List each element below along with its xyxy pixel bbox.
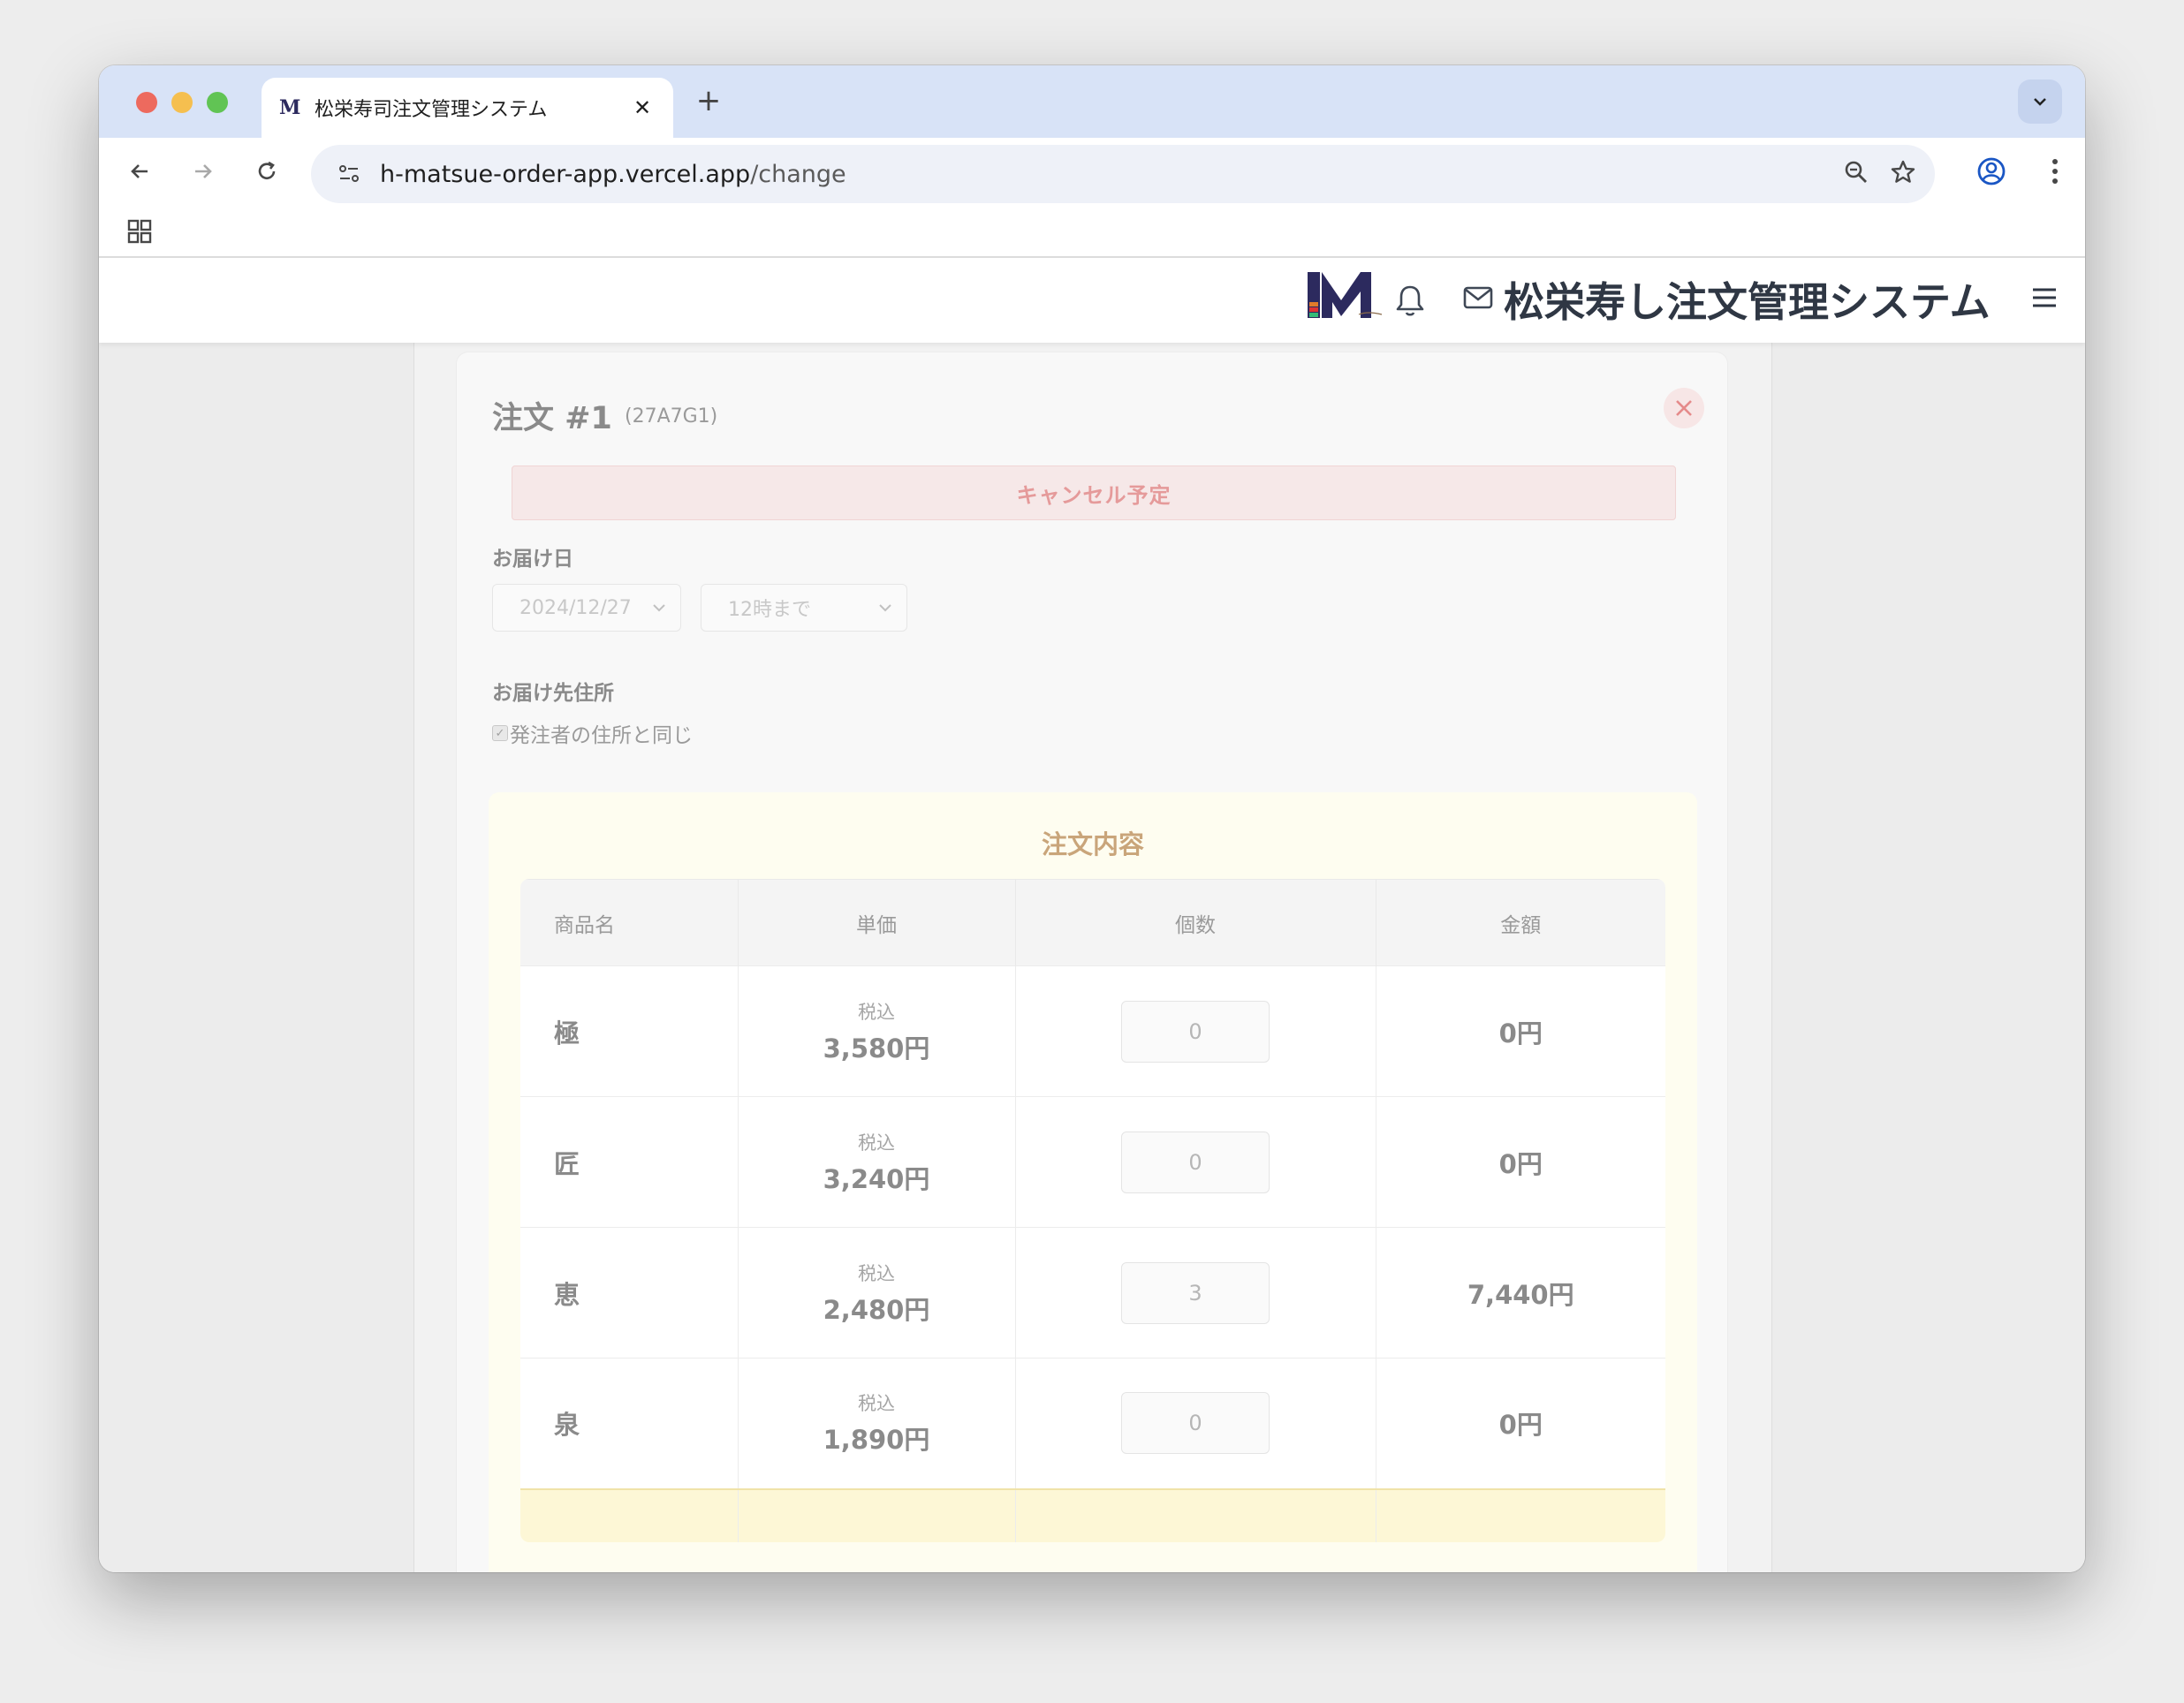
header-amount: 金額 xyxy=(1376,879,1665,966)
total-cell xyxy=(738,1487,1016,1542)
quantity-cell: 0 xyxy=(1015,965,1376,1097)
tax-label: 税込 xyxy=(858,1393,895,1415)
unit-price-cell: 税込 3,580円 xyxy=(738,965,1016,1097)
quantity-input[interactable]: 0 xyxy=(1121,1131,1270,1193)
line-amount: 0円 xyxy=(1498,1148,1543,1179)
delivery-time-value: 12時まで xyxy=(728,599,811,621)
order-id: (27A7G1) xyxy=(625,405,718,428)
table-row: 極 税込 3,580円 0 0円 xyxy=(520,965,1665,1097)
delivery-date-value: 2024/12/27 xyxy=(519,596,632,619)
address-bar[interactable]: h-matsue-order-app.vercel.app/change xyxy=(311,145,1935,203)
forward-arrow-icon[interactable] xyxy=(182,150,224,193)
back-arrow-icon[interactable] xyxy=(118,150,161,193)
quantity-input[interactable]: 0 xyxy=(1121,1392,1270,1455)
new-tab-icon[interactable]: + xyxy=(691,83,726,118)
total-cell xyxy=(520,1487,739,1542)
bell-icon[interactable] xyxy=(1394,283,1426,322)
chevron-down-icon xyxy=(879,604,891,612)
unit-price-cell: 税込 2,480円 xyxy=(738,1227,1016,1359)
url-text: h-matsue-order-app.vercel.app/change xyxy=(369,161,1843,188)
amount-cell: 0円 xyxy=(1376,965,1665,1097)
order-card: 注文 #1 (27A7G1) キャンセル予定 お届け日 2024/12/27 1… xyxy=(456,352,1728,1572)
app-title: 松栄寿し注文管理システム xyxy=(1504,278,1991,326)
url-path: /change xyxy=(750,160,846,188)
line-amount: 7,440円 xyxy=(1467,1279,1574,1310)
close-icon xyxy=(1676,400,1692,416)
total-cell xyxy=(1376,1487,1665,1542)
header-product-name: 商品名 xyxy=(520,879,739,966)
tab-strip: M 松栄寿司注文管理システム ✕ + xyxy=(99,65,2085,138)
amount-cell: 0円 xyxy=(1376,1096,1665,1228)
close-window-button[interactable] xyxy=(136,92,157,113)
line-amount: 0円 xyxy=(1498,1018,1543,1048)
delivery-date-select[interactable]: 2024/12/27 xyxy=(492,584,681,632)
url-host: h-matsue-order-app.vercel.app xyxy=(380,160,751,188)
hamburger-menu-icon[interactable] xyxy=(2030,284,2059,314)
tab-title: 松栄寿司注文管理システム xyxy=(315,99,548,121)
product-name: 匠 xyxy=(520,1096,739,1228)
table-header-row: 商品名 単価 個数 金額 xyxy=(520,879,1665,966)
tab-search-chevron-icon[interactable] xyxy=(2018,79,2062,124)
tax-label: 税込 xyxy=(858,1132,895,1154)
tab-close-icon[interactable]: ✕ xyxy=(629,95,656,120)
unit-price: 3,580円 xyxy=(823,1033,930,1063)
quantity-cell: 3 xyxy=(1015,1227,1376,1359)
matsue-logo[interactable] xyxy=(1306,267,1385,322)
mail-icon[interactable] xyxy=(1462,284,1494,314)
minimize-window-button[interactable] xyxy=(171,92,193,113)
same-address-checkbox[interactable]: ✓ xyxy=(492,725,508,741)
delivery-time-select[interactable]: 12時まで xyxy=(701,584,907,632)
order-contents-box: 注文内容 商品名 単価 個数 金額 極 税込 3,580円 0 0円 匠 税込 … xyxy=(489,792,1697,1572)
tax-label: 税込 xyxy=(858,1001,895,1023)
profile-icon[interactable] xyxy=(1970,150,2013,193)
chevron-down-icon xyxy=(653,604,665,612)
table-row: 匠 税込 3,240円 0 0円 xyxy=(520,1096,1665,1228)
unit-price: 1,890円 xyxy=(823,1425,930,1456)
tax-label: 税込 xyxy=(858,1262,895,1284)
header-quantity: 個数 xyxy=(1015,879,1376,966)
amount-cell: 0円 xyxy=(1376,1358,1665,1489)
bookmarks-bar xyxy=(99,205,2085,258)
site-settings-icon[interactable] xyxy=(329,162,369,186)
page-content: 松栄寿し注文管理システム 注文 #1 (27A7G1) キャンセル予定 お届け日… xyxy=(99,258,2085,1572)
favicon-icon: M xyxy=(279,96,301,119)
same-address-checkbox-row[interactable]: ✓ 発注者の住所と同じ xyxy=(492,718,693,748)
total-cell xyxy=(1015,1487,1376,1542)
cancel-status-banner: キャンセル予定 xyxy=(512,465,1676,520)
delivery-date-label: お届け日 xyxy=(492,548,573,571)
line-amount: 0円 xyxy=(1498,1410,1543,1441)
maximize-window-button[interactable] xyxy=(207,92,228,113)
total-row xyxy=(520,1487,1665,1542)
header-unit-price: 単価 xyxy=(738,879,1016,966)
order-contents-title: 注文内容 xyxy=(1041,829,1144,859)
browser-window: M 松栄寿司注文管理システム ✕ + h-matsue-order-app.ve… xyxy=(99,65,2085,1572)
app-header: 松栄寿し注文管理システム xyxy=(99,258,2085,343)
zoom-icon[interactable] xyxy=(1843,159,1869,189)
product-name: 極 xyxy=(520,965,739,1097)
bookmark-star-icon[interactable] xyxy=(1889,158,1917,190)
quantity-input[interactable]: 3 xyxy=(1121,1261,1270,1324)
same-address-label: 発注者の住所と同じ xyxy=(510,724,693,747)
close-order-button[interactable] xyxy=(1664,388,1704,428)
browser-tab[interactable]: M 松栄寿司注文管理システム ✕ xyxy=(262,78,673,138)
browser-menu-icon[interactable] xyxy=(2034,150,2076,193)
unit-price: 3,240円 xyxy=(823,1163,930,1194)
quantity-cell: 0 xyxy=(1015,1358,1376,1489)
unit-price-cell: 税込 3,240円 xyxy=(738,1096,1016,1228)
browser-toolbar: h-matsue-order-app.vercel.app/change xyxy=(99,138,2085,205)
product-name: 恵 xyxy=(520,1227,739,1359)
order-table: 商品名 単価 個数 金額 極 税込 3,580円 0 0円 匠 税込 3,240… xyxy=(520,879,1665,1542)
order-title: 注文 #1 xyxy=(492,401,612,436)
table-row: 恵 税込 2,480円 3 7,440円 xyxy=(520,1227,1665,1359)
unit-price: 2,480円 xyxy=(823,1294,930,1325)
table-row: 泉 税込 1,890円 0 0円 xyxy=(520,1358,1665,1489)
quantity-cell: 0 xyxy=(1015,1096,1376,1228)
quantity-input[interactable]: 0 xyxy=(1121,1000,1270,1063)
apps-grid-icon[interactable] xyxy=(122,214,157,249)
reload-icon[interactable] xyxy=(246,150,288,193)
delivery-address-label: お届け先住所 xyxy=(492,682,614,705)
amount-cell: 7,440円 xyxy=(1376,1227,1665,1359)
product-name: 泉 xyxy=(520,1358,739,1489)
unit-price-cell: 税込 1,890円 xyxy=(738,1358,1016,1489)
